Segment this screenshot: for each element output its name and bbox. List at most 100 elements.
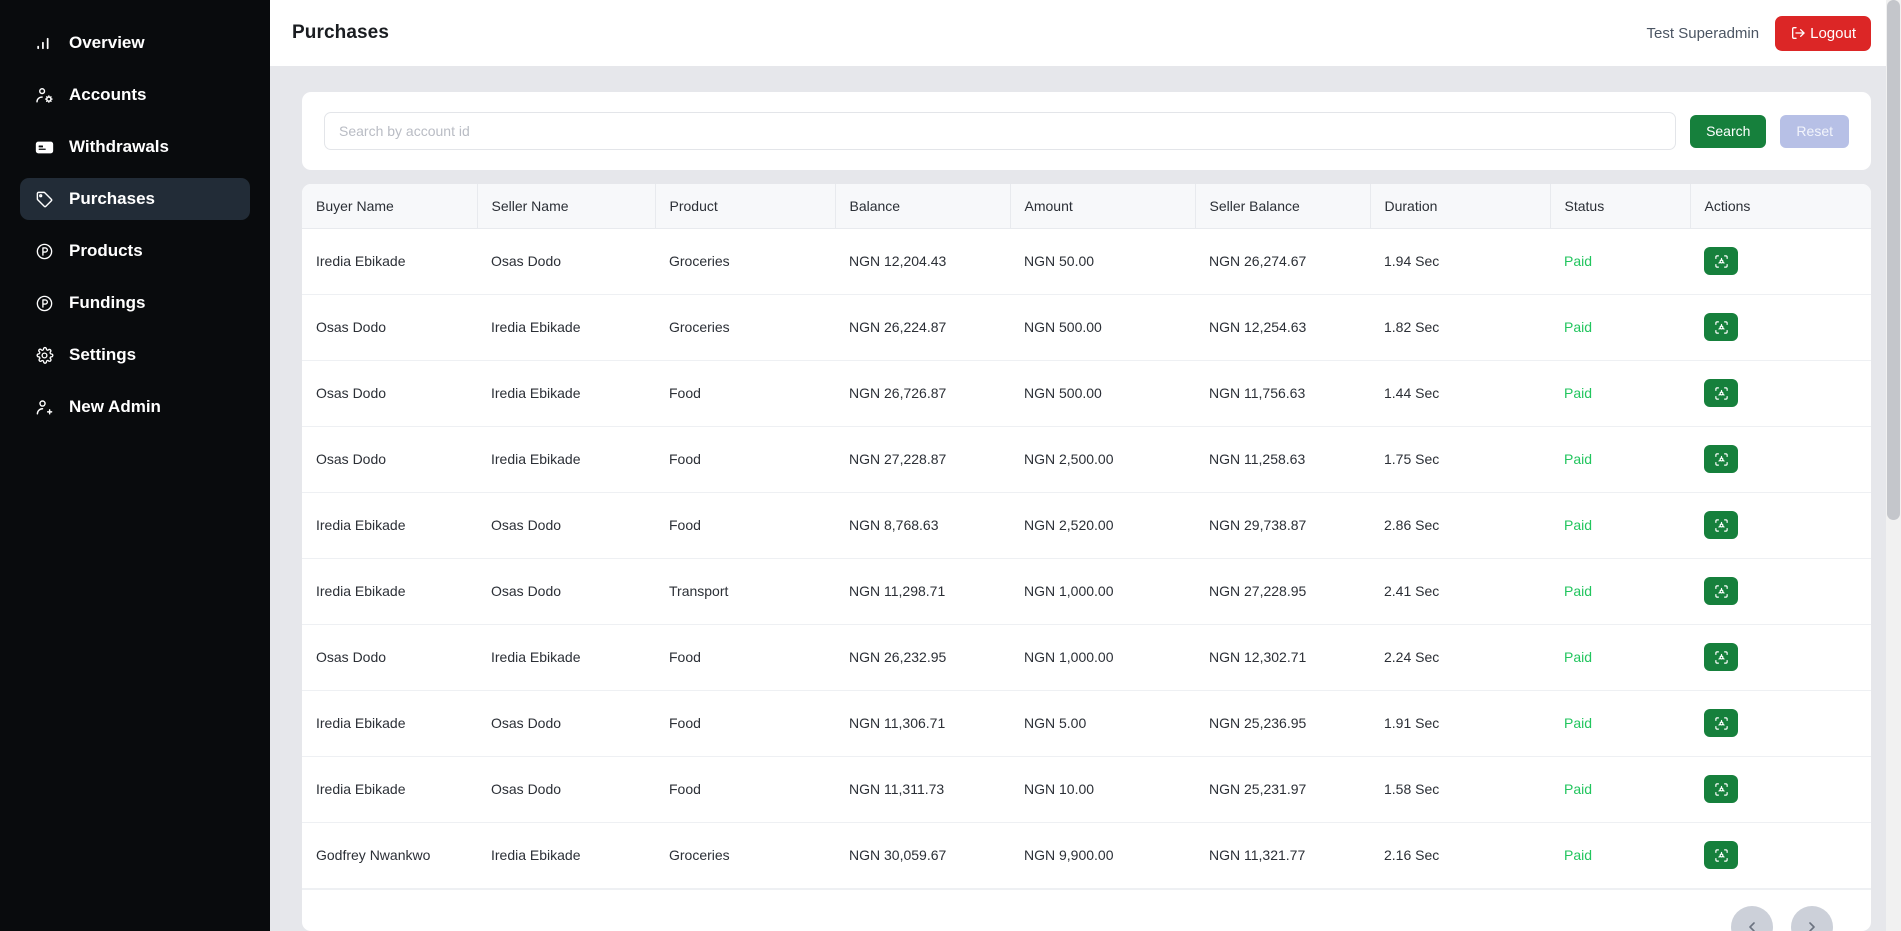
- cell-buyer-name: Osas Dodo: [316, 649, 387, 665]
- scan-eye-icon: [1714, 848, 1729, 863]
- status-badge: Paid: [1564, 451, 1593, 467]
- view-purchase-button[interactable]: [1704, 577, 1738, 605]
- view-purchase-button[interactable]: [1704, 313, 1738, 341]
- cell-duration: 1.44 Sec: [1384, 385, 1440, 401]
- scan-eye-icon: [1714, 716, 1729, 731]
- scan-eye-icon: [1714, 518, 1729, 533]
- scan-eye-icon: [1714, 782, 1729, 797]
- cell-duration: 1.91 Sec: [1384, 715, 1440, 731]
- gear-icon: [35, 346, 54, 365]
- column-header-seller-name: Seller Name: [477, 184, 656, 229]
- scan-eye-icon: [1714, 254, 1729, 269]
- logout-button[interactable]: Logout: [1775, 15, 1871, 51]
- reset-button[interactable]: Reset: [1780, 114, 1849, 148]
- cell-duration: 1.58 Sec: [1384, 781, 1440, 797]
- scan-eye-icon: [1714, 584, 1729, 599]
- cell-amount: NGN 2,500.00: [1024, 451, 1114, 467]
- status-badge: Paid: [1564, 847, 1593, 863]
- sidebar: Overview Accounts Withdrawals Purchases …: [0, 0, 270, 931]
- cell-actions: [1690, 624, 1871, 690]
- cell-product: Food: [669, 649, 701, 665]
- cell-actions: [1690, 690, 1871, 756]
- view-purchase-button[interactable]: [1704, 379, 1738, 407]
- sidebar-item-withdrawals[interactable]: Withdrawals: [20, 126, 250, 168]
- status-badge: Paid: [1564, 253, 1593, 269]
- logout-icon: [1790, 25, 1806, 41]
- view-purchase-button[interactable]: [1704, 643, 1738, 671]
- cell-seller-name: Iredia Ebikade: [491, 319, 581, 335]
- app-root: Overview Accounts Withdrawals Purchases …: [0, 0, 1901, 931]
- sidebar-item-label: Purchases: [69, 189, 155, 208]
- cell-product: Food: [669, 385, 701, 401]
- pagination-next-button[interactable]: [1791, 905, 1833, 931]
- view-purchase-button[interactable]: [1704, 445, 1738, 473]
- sidebar-item-purchases[interactable]: Purchases: [20, 178, 250, 220]
- scan-eye-icon: [1714, 386, 1729, 401]
- table-row: Osas Dodo Iredia Ebikade Food NGN 27,228.87…: [302, 426, 1871, 492]
- search-panel: Search Reset: [302, 92, 1871, 170]
- sidebar-item-new-admin[interactable]: New Admin: [20, 386, 250, 428]
- view-purchase-button[interactable]: [1704, 247, 1738, 275]
- status-badge: Paid: [1564, 385, 1593, 401]
- pagination: [302, 888, 1871, 931]
- view-purchase-button[interactable]: [1704, 841, 1738, 869]
- table-row: Osas Dodo Iredia Ebikade Food NGN 26,232.95…: [302, 624, 1871, 690]
- current-user-label: Test Superadmin: [1646, 24, 1760, 42]
- cell-seller-name: Osas Dodo: [491, 715, 562, 731]
- cell-duration: 1.75 Sec: [1384, 451, 1440, 467]
- view-purchase-button[interactable]: [1704, 775, 1738, 803]
- sidebar-item-settings[interactable]: Settings: [20, 334, 250, 376]
- purchases-table-panel: Buyer Name Seller Name Product Balance A…: [302, 184, 1871, 931]
- logout-label: Logout: [1810, 24, 1856, 42]
- cell-product: Groceries: [669, 253, 730, 269]
- sidebar-item-overview[interactable]: Overview: [20, 22, 250, 64]
- cell-seller-balance: NGN 12,254.63: [1209, 319, 1307, 335]
- circle-p-icon: [35, 294, 54, 313]
- table-row: Osas Dodo Iredia Ebikade Food NGN 26,726.87…: [302, 360, 1871, 426]
- page-scrollbar[interactable]: [1886, 0, 1901, 931]
- sidebar-item-products[interactable]: Products: [20, 230, 250, 272]
- column-header-actions: Actions: [1690, 184, 1871, 229]
- cell-buyer-name: Iredia Ebikade: [316, 781, 406, 797]
- cell-buyer-name: Godfrey Nwankwo: [316, 847, 431, 863]
- page-scrollbar-thumb[interactable]: [1887, 0, 1900, 520]
- cell-seller-balance: NGN 25,236.95: [1209, 715, 1307, 731]
- table-row: Godfrey Nwankwo Iredia Ebikade Groceries NG…: [302, 822, 1871, 888]
- cell-seller-name: Iredia Ebikade: [491, 451, 581, 467]
- sidebar-item-label: Settings: [69, 345, 137, 364]
- cell-balance: NGN 30,059.67: [849, 847, 947, 863]
- view-purchase-button[interactable]: [1704, 709, 1738, 737]
- cell-product: Food: [669, 715, 701, 731]
- status-badge: Paid: [1564, 517, 1593, 533]
- cell-product: Groceries: [669, 847, 730, 863]
- cell-balance: NGN 26,232.95: [849, 649, 947, 665]
- scan-eye-icon: [1714, 320, 1729, 335]
- cell-seller-name: Osas Dodo: [491, 253, 562, 269]
- sidebar-item-accounts[interactable]: Accounts: [20, 74, 250, 116]
- page-title: Purchases: [292, 22, 390, 43]
- pagination-prev-button[interactable]: [1731, 905, 1773, 931]
- view-purchase-button[interactable]: [1704, 511, 1738, 539]
- user-cog-icon: [35, 86, 54, 105]
- cell-product: Food: [669, 781, 701, 797]
- status-badge: Paid: [1564, 781, 1593, 797]
- cell-seller-balance: NGN 12,302.71: [1209, 649, 1307, 665]
- cell-amount: NGN 5.00: [1024, 715, 1087, 731]
- cell-seller-name: Osas Dodo: [491, 517, 562, 533]
- scan-eye-icon: [1714, 650, 1729, 665]
- cell-seller-name: Iredia Ebikade: [491, 385, 581, 401]
- sidebar-item-fundings[interactable]: Fundings: [20, 282, 250, 324]
- main-area: Purchases Test Superadmin Logout Search …: [270, 0, 1901, 931]
- table-body: Iredia Ebikade Osas Dodo Groceries NGN 12,2…: [302, 228, 1871, 888]
- search-button[interactable]: Search: [1690, 114, 1767, 148]
- cell-balance: NGN 11,306.71: [849, 715, 946, 731]
- cell-duration: 1.82 Sec: [1384, 319, 1440, 335]
- cell-duration: 2.24 Sec: [1384, 649, 1440, 665]
- table-row: Iredia Ebikade Osas Dodo Groceries NGN 12,2…: [302, 228, 1871, 294]
- table-row: Iredia Ebikade Osas Dodo Food NGN 11,311.73…: [302, 756, 1871, 822]
- cell-buyer-name: Iredia Ebikade: [316, 517, 406, 533]
- search-input[interactable]: [324, 112, 1677, 150]
- cell-actions: [1690, 426, 1871, 492]
- status-badge: Paid: [1564, 715, 1593, 731]
- credit-card-icon: [35, 138, 54, 157]
